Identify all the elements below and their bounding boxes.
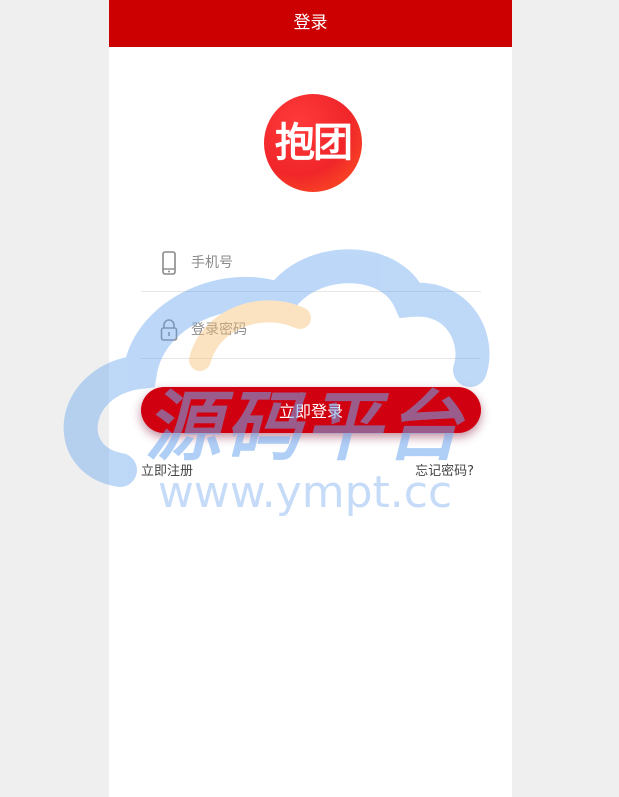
page-title: 登录 xyxy=(109,0,512,47)
login-page: 登录 抱团 立即登录 立即注册 忘记密码? xyxy=(109,0,512,797)
password-input[interactable] xyxy=(191,317,461,343)
forgot-password-link[interactable]: 忘记密码? xyxy=(415,460,474,479)
phone-input[interactable] xyxy=(191,250,461,276)
lock-icon xyxy=(160,319,178,341)
phone-field-row xyxy=(141,246,481,292)
mobile-phone-icon xyxy=(162,251,176,275)
register-link[interactable]: 立即注册 xyxy=(141,460,193,479)
app-logo: 抱团 xyxy=(264,94,362,192)
login-button[interactable]: 立即登录 xyxy=(141,387,481,433)
password-field-row xyxy=(141,313,481,359)
